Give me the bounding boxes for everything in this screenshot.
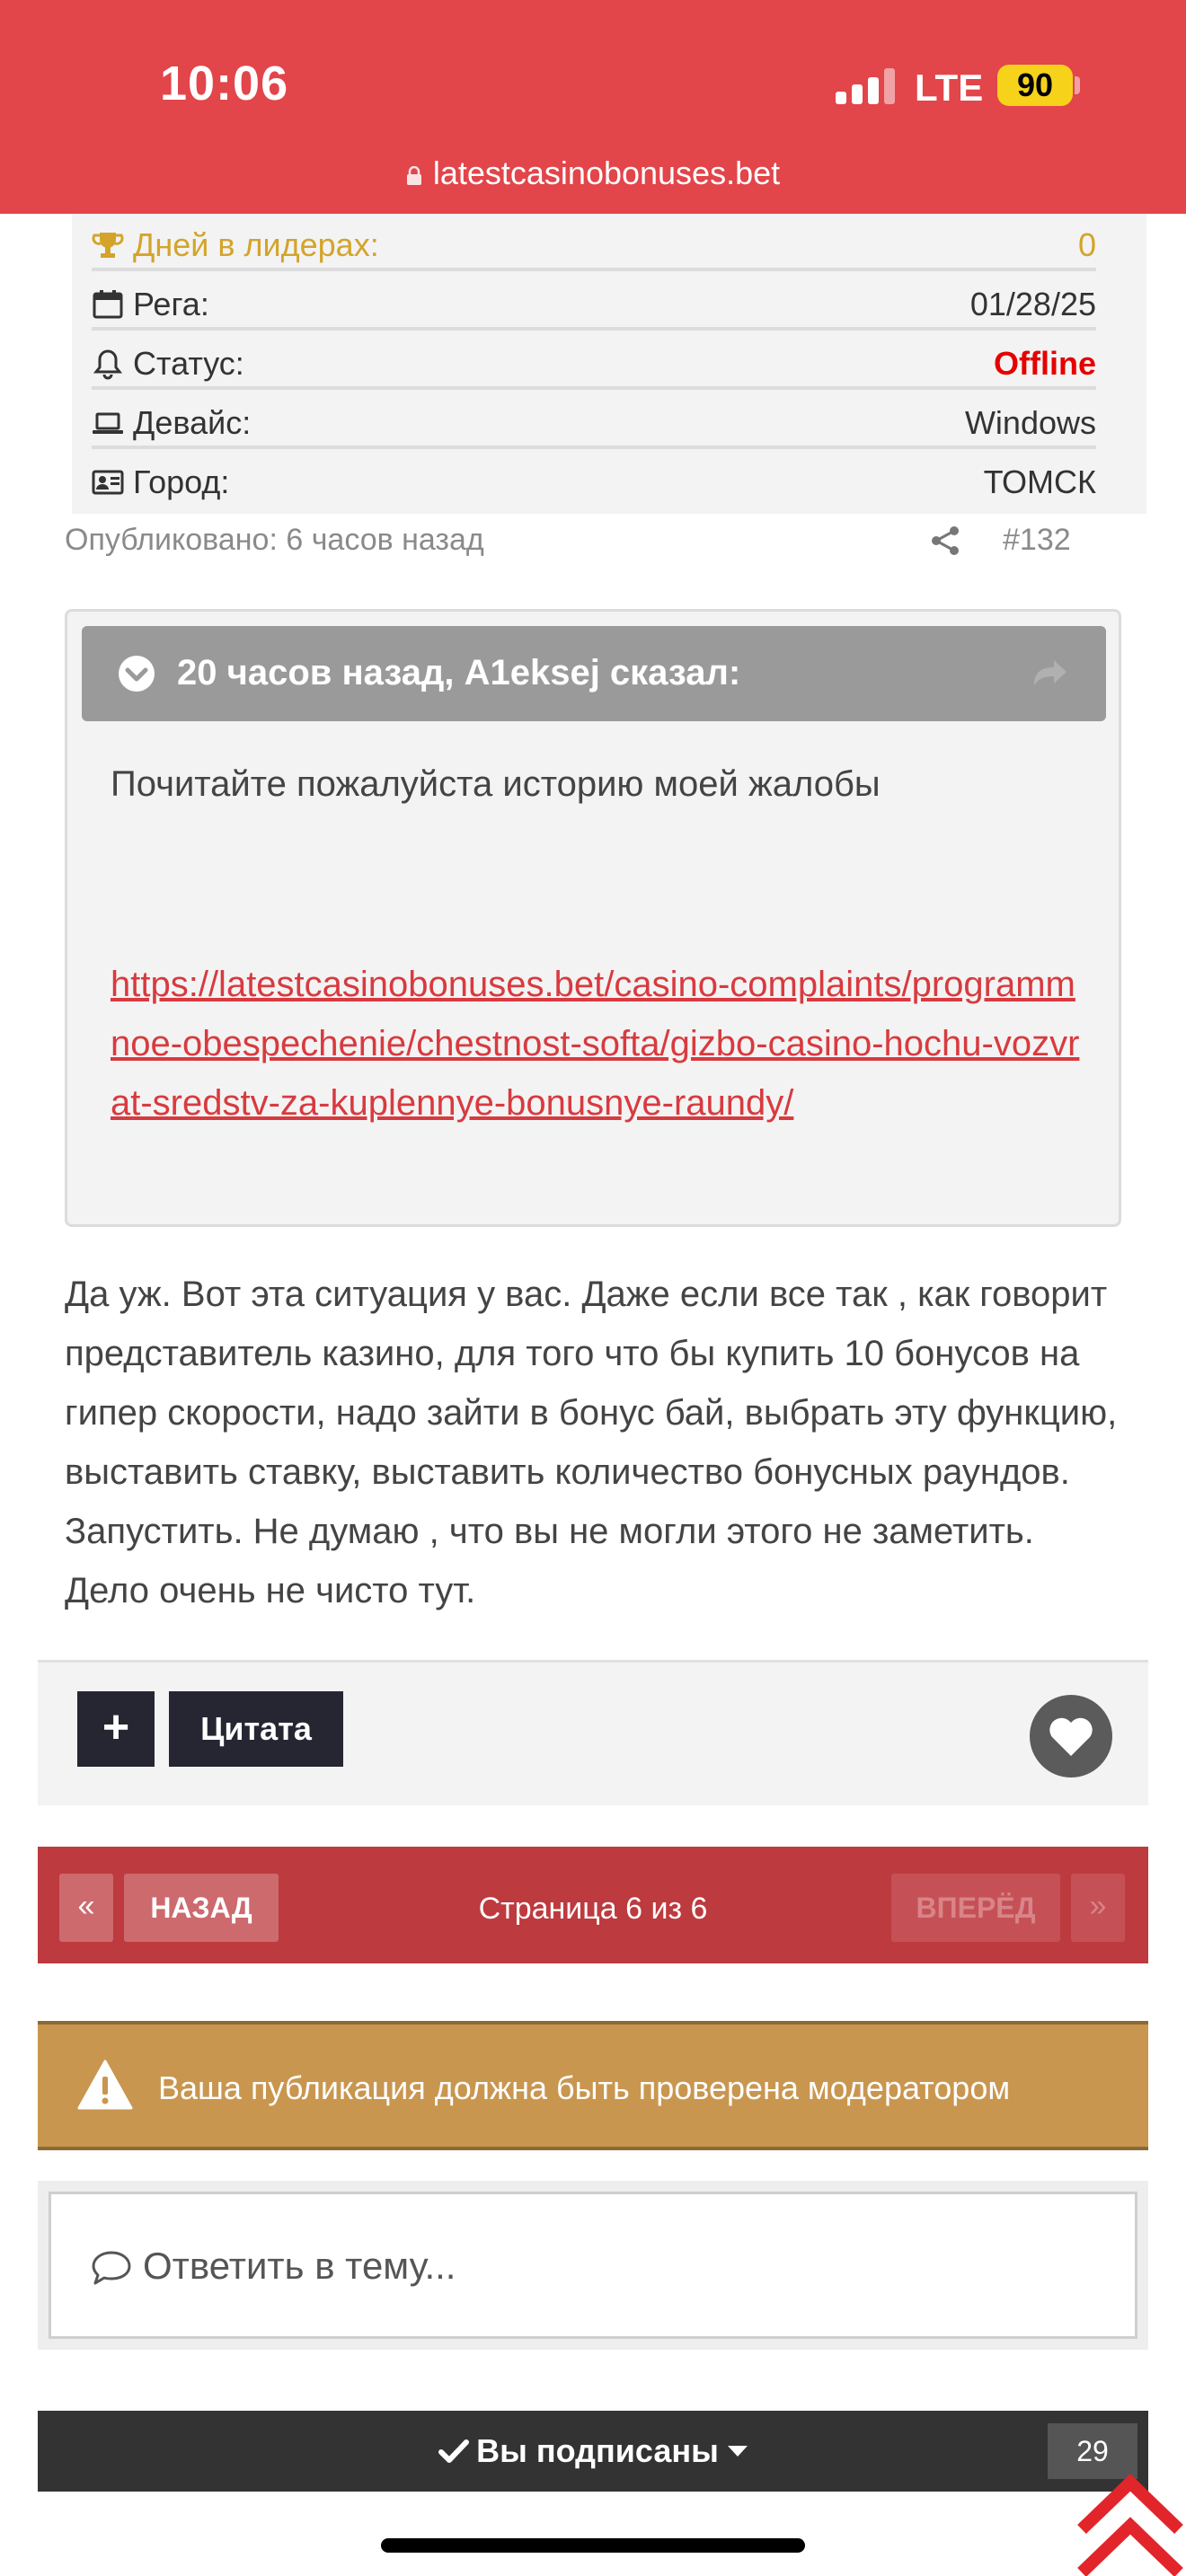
like-button[interactable] [1030,1695,1112,1778]
network-type: LTE [915,66,984,109]
trophy-icon [92,233,124,258]
calendar-icon [93,290,123,319]
check-icon [438,2439,470,2463]
last-page-button: » [1071,1874,1125,1942]
bell-icon [93,349,123,380]
moderation-notice: Ваша публикация должна быть проверена мо… [38,2021,1148,2150]
warning-icon [77,2060,133,2110]
clock: 10:06 [160,57,289,110]
post-number-link[interactable]: #132 [1003,523,1071,558]
lock-icon [406,166,421,185]
quote-text: Почитайте пожалуйста историю моей жалобы [111,764,881,804]
id-card-icon [92,470,124,495]
profile-label: Дней в лидерах: [133,226,379,263]
quoted-post: 20 часов назад, A1eksej сказал: Почитайт… [65,609,1121,1227]
moderation-notice-text: Ваша публикация должна быть проверена мо… [158,2069,1011,2106]
laptop-icon [93,412,123,434]
quote-header[interactable]: 20 часов назад, A1eksej сказал: [82,626,1106,721]
share-icon[interactable] [929,525,961,557]
multiquote-add-button[interactable]: + [77,1691,155,1767]
url-text: latestcasinobonuses.bet [432,154,781,191]
profile-row-leader-days: Дней в лидерах: 0 [92,214,1096,271]
chevron-down-circle-icon [119,656,155,692]
profile-label: Статус: [133,345,244,382]
scroll-to-top-icon[interactable] [1076,2459,1184,2576]
profile-row-city: Город: ТОМСК [92,451,1096,508]
profile-row-status: Статус: Offline [92,332,1096,390]
address-bar[interactable]: latestcasinobonuses.bet [0,154,1186,192]
heart-icon [1049,1717,1093,1756]
browser-status-bar: 10:06 LTE 90 latestcasinobonuses.bet [0,0,1186,214]
follow-label: Вы подписаны [476,2432,719,2469]
post-body: Да уж. Вот эта ситуация у вас. Даже если… [65,1275,1118,1610]
status-badge: Offline [994,345,1096,382]
caret-down-icon [727,2446,748,2457]
go-to-quote-icon[interactable] [1031,657,1070,689]
profile-value: 01/28/25 [969,286,1096,322]
profile-row-device: Девайс: Windows [92,392,1096,449]
reply-area: Ответить в тему... [38,2181,1148,2350]
quote-button[interactable]: Цитата [169,1691,343,1767]
post-published-date: Опубликовано: 6 часов назад [65,523,484,557]
profile-label: Девайс: [133,404,252,441]
comment-icon [92,2251,131,2285]
profile-value: 0 [1077,226,1096,263]
cellular-signal-icon [836,68,895,104]
profile-label: Город: [133,463,230,500]
follow-button[interactable]: Вы подписаны [38,2432,1148,2470]
follow-bar[interactable]: Вы подписаны 29 [38,2411,1148,2492]
profile-row-registered: Рега: 01/28/25 [92,273,1096,331]
next-page-button: ВПЕРЁД [891,1874,1060,1942]
quote-header-text: 20 часов назад, A1eksej сказал: [177,653,741,693]
battery-level: 90 [997,65,1073,106]
profile-value: ТОМСК [983,463,1096,500]
complaint-link[interactable]: https://latestcasinobonuses.bet/casino-c… [111,955,1090,1133]
reply-placeholder: Ответить в тему... [143,2245,456,2287]
author-profile-panel: Дней в лидерах: 0 Рега: 01/28/25 Статус:… [72,214,1146,514]
reply-input[interactable]: Ответить в тему... [49,2192,1137,2339]
battery-tip [1075,76,1080,94]
pagination: « НАЗАД Страница 6 из 6 ВПЕРЁД » [38,1847,1148,1963]
post-actions-bar: + Цитата [38,1660,1148,1805]
profile-value: Windows [964,404,1096,441]
profile-label: Рега: [133,286,209,322]
home-indicator [381,2538,805,2553]
